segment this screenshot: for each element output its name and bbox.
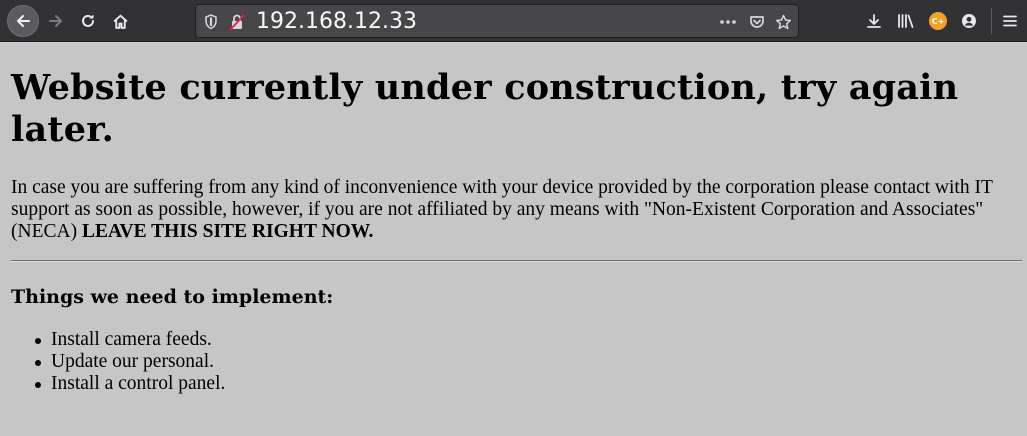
home-button[interactable] xyxy=(104,5,136,37)
browser-toolbar: 192.168.12.33 C+ xyxy=(0,0,1027,42)
shield-icon[interactable] xyxy=(202,13,220,31)
account-button[interactable] xyxy=(953,5,985,37)
list-item-text: Install a control panel. xyxy=(51,373,226,394)
home-icon xyxy=(112,14,128,29)
download-icon xyxy=(867,14,881,28)
hamburger-menu-icon xyxy=(1003,15,1017,27)
account-icon xyxy=(962,14,976,28)
bullet-icon xyxy=(35,382,41,388)
todo-list: Install camera feeds. Update our persona… xyxy=(35,329,226,395)
toolbar-separator xyxy=(991,8,992,34)
list-item: Install a control panel. xyxy=(35,373,226,395)
list-item-text: Update our personal. xyxy=(51,351,214,372)
pocket-icon[interactable] xyxy=(748,13,766,31)
library-button[interactable] xyxy=(890,5,922,37)
list-item-text: Install camera feeds. xyxy=(51,329,212,350)
section-heading: Things we need to implement: xyxy=(11,286,334,308)
bullet-icon xyxy=(35,338,41,344)
downloads-button[interactable] xyxy=(858,5,890,37)
more-horizontal-icon[interactable] xyxy=(719,13,737,31)
broken-lock-icon[interactable] xyxy=(228,13,246,31)
library-icon xyxy=(898,14,914,28)
url-bar[interactable]: 192.168.12.33 xyxy=(195,4,799,38)
intro-paragraph: In case you are suffering from any kind … xyxy=(11,177,1019,243)
menu-button[interactable] xyxy=(994,5,1026,37)
star-icon[interactable] xyxy=(774,13,792,31)
page-heading: Website currently under construction, tr… xyxy=(11,67,959,150)
cookie-editor-icon: C+ xyxy=(929,12,947,30)
reload-icon xyxy=(82,14,94,27)
back-button[interactable] xyxy=(7,5,39,37)
forward-button[interactable] xyxy=(40,5,72,37)
horizontal-rule xyxy=(11,260,1022,262)
list-item: Install camera feeds. xyxy=(35,329,225,351)
url-text[interactable]: 192.168.12.33 xyxy=(256,9,417,35)
reload-button[interactable] xyxy=(72,5,104,37)
arrow-left-icon xyxy=(17,15,30,27)
bullet-icon xyxy=(35,360,41,366)
arrow-right-icon xyxy=(49,15,62,27)
intro-warning: LEAVE THIS SITE RIGHT NOW. xyxy=(81,221,374,242)
page-content: Website currently under construction, tr… xyxy=(0,42,1027,436)
extension-button[interactable]: C+ xyxy=(922,5,954,37)
list-item: Update our personal. xyxy=(35,351,225,373)
